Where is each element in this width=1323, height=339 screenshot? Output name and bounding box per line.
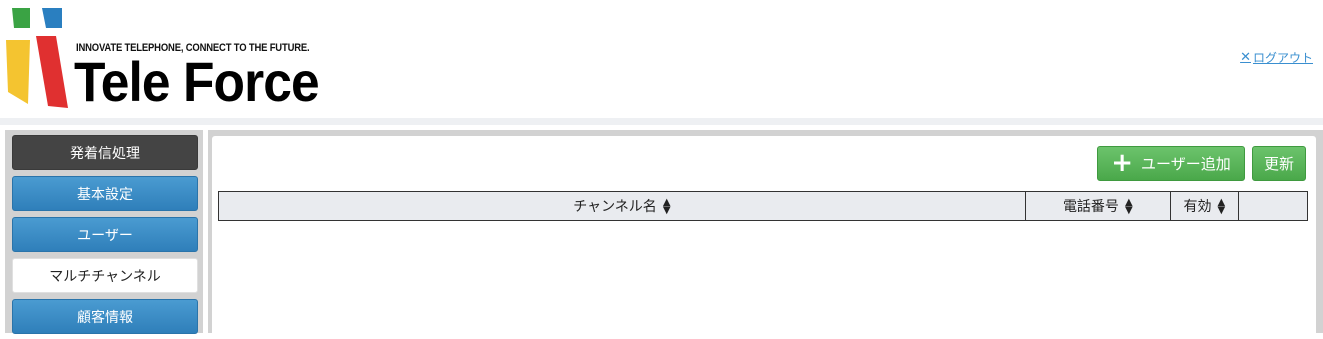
content-panel: + ユーザー追加 更新 チャンネル名 ▲ ▼ 電話番号 ▲ ▼ 有効 ▲ ▼ (212, 136, 1316, 339)
sort-icon: ▲ ▼ (662, 197, 671, 216)
column-header-actions (1237, 191, 1309, 221)
sidebar-item-call-processing[interactable]: 発着信処理 (12, 135, 198, 170)
brand-logo-text: Tele Force (74, 50, 320, 113)
refresh-label: 更新 (1263, 155, 1294, 173)
table-header-row: チャンネル名 ▲ ▼ 電話番号 ▲ ▼ 有効 ▲ ▼ (218, 191, 1309, 221)
column-header-phone-number[interactable]: 電話番号 ▲ ▼ (1024, 191, 1171, 221)
sidebar-item-basic-settings[interactable]: 基本設定 (12, 176, 198, 211)
sidebar-item-label: 顧客情報 (77, 309, 133, 326)
channel-table: チャンネル名 ▲ ▼ 電話番号 ▲ ▼ 有効 ▲ ▼ (218, 191, 1309, 221)
header-divider (0, 118, 1323, 125)
sidebar-item-label: 発着信処理 (70, 145, 140, 162)
column-label: 有効 (1183, 199, 1212, 215)
sidebar-item-customer-info[interactable]: 顧客情報 (12, 299, 198, 334)
add-user-button[interactable]: + ユーザー追加 (1097, 146, 1245, 181)
sidebar-item-multichannel[interactable]: マルチチャンネル (12, 258, 198, 293)
header: INNOVATE TELEPHONE, CONNECT TO THE FUTUR… (0, 0, 1323, 118)
sidebar: 発着信処理 基本設定 ユーザー マルチチャンネル 顧客情報 (5, 130, 203, 334)
plus-icon: + (1111, 147, 1134, 178)
logout-label: ログアウト (1252, 51, 1313, 65)
logout-link[interactable]: ✕ ログアウト (1240, 49, 1313, 66)
sidebar-item-label: マルチチャンネル (49, 268, 161, 285)
column-header-enabled[interactable]: 有効 ▲ ▼ (1169, 191, 1239, 221)
sidebar-item-users[interactable]: ユーザー (12, 217, 198, 252)
column-label: 電話番号 (1062, 199, 1119, 215)
add-user-label: ユーザー追加 (1141, 155, 1231, 173)
close-icon: ✕ (1240, 50, 1251, 65)
teleforce-logo-icon (6, 8, 68, 108)
sort-icon: ▲ ▼ (1124, 197, 1133, 216)
sidebar-item-label: ユーザー (77, 227, 133, 244)
column-header-channel-name[interactable]: チャンネル名 ▲ ▼ (218, 191, 1026, 221)
refresh-button[interactable]: 更新 (1252, 146, 1306, 181)
content-area: + ユーザー追加 更新 チャンネル名 ▲ ▼ 電話番号 ▲ ▼ 有効 ▲ ▼ (208, 130, 1323, 339)
sidebar-item-label: 基本設定 (77, 186, 133, 203)
column-label: チャンネル名 (573, 199, 657, 215)
sort-icon: ▲ ▼ (1217, 197, 1226, 216)
